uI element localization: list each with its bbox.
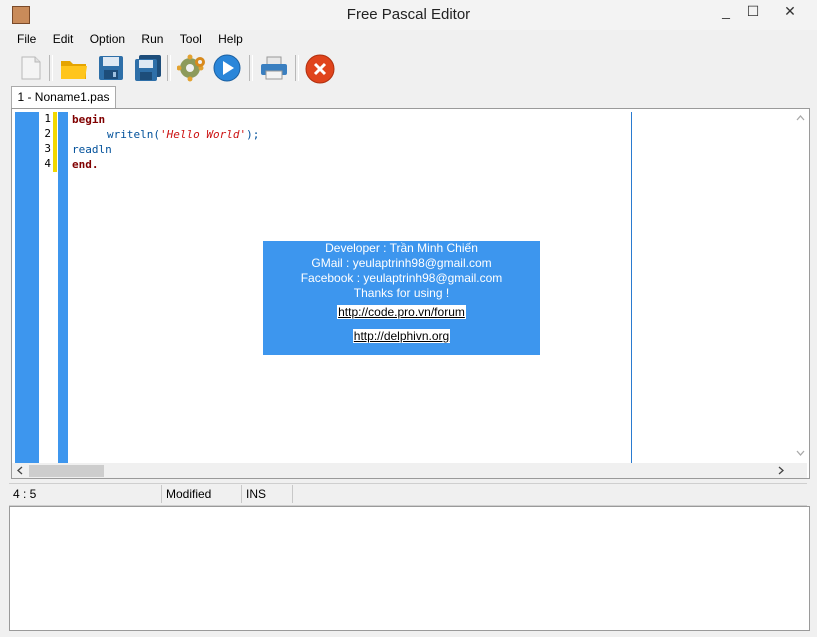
menu-edit[interactable]: Edit [45, 30, 79, 46]
modified-status: Modified [166, 487, 212, 501]
save-all-icon[interactable] [133, 54, 161, 82]
code-string: 'Hello World' [159, 128, 247, 141]
horizontal-scrollbar[interactable] [12, 463, 807, 478]
window-title: Free Pascal Editor [346, 6, 471, 23]
vertical-scrollbar[interactable] [792, 109, 809, 461]
insert-mode: INS [246, 487, 267, 501]
save-icon[interactable] [97, 54, 125, 82]
line-number: 4 [44, 157, 51, 170]
menu-option[interactable]: Option [82, 30, 130, 46]
thanks-text: Thanks for using ! [353, 286, 450, 300]
fold-gutter [58, 112, 68, 464]
facebook-text: Facebook : yeulaptrinh98@gmail.com [300, 271, 503, 285]
run-play-icon[interactable] [213, 54, 241, 82]
open-folder-icon[interactable] [59, 54, 87, 82]
menu-file[interactable]: File [9, 30, 41, 46]
line-number: 2 [44, 127, 51, 140]
modified-marker [53, 157, 57, 172]
about-info-box: Developer : Trần Minh Chiến GMail : yeul… [263, 241, 540, 355]
code-line-2: writeln('Hello World'); [107, 127, 259, 142]
line-number: 1 [44, 112, 51, 125]
code-line-4: end. [72, 158, 99, 171]
gmail-text: GMail : yeulaptrinh98@gmail.com [311, 256, 492, 270]
horizontal-scroll-thumb[interactable] [29, 465, 104, 477]
modified-marker [53, 127, 57, 142]
output-panel[interactable] [9, 506, 810, 631]
code-line-2-end: ); [246, 128, 260, 141]
code-line-3: readln [72, 143, 112, 156]
menu-run[interactable]: Run [133, 30, 168, 46]
toolbar [9, 51, 809, 85]
menu-tool[interactable]: Tool [172, 30, 207, 46]
code-line-1: begin [72, 113, 106, 126]
tab-noname1[interactable]: 1 - Noname1.pas [11, 86, 116, 108]
title-bar: Free Pascal Editor _ ☐ ✕ [0, 0, 817, 30]
delphivn-link[interactable]: http://delphivn.org [352, 329, 451, 343]
print-icon[interactable] [259, 54, 287, 82]
line-numbers: 1 2 3 4 [39, 112, 53, 464]
developer-text: Developer : Trần Minh Chiến [325, 241, 478, 255]
right-margin-line [631, 112, 632, 464]
modified-marker [53, 142, 57, 157]
editor-gutter [15, 112, 39, 464]
minimize-button[interactable]: _ [712, 2, 740, 22]
compile-gear-icon[interactable] [176, 54, 205, 82]
line-number: 3 [44, 142, 51, 155]
new-file-icon[interactable] [17, 54, 45, 82]
close-button[interactable]: ✕ [768, 2, 812, 22]
forum-link[interactable]: http://code.pro.vn/forum [337, 305, 466, 319]
modified-marker [53, 112, 57, 127]
maximize-button[interactable]: ☐ [740, 2, 766, 22]
menu-help[interactable]: Help [210, 30, 248, 46]
status-bar: 4 : 5 Modified INS [9, 483, 807, 506]
modified-lines-bar [53, 112, 57, 464]
code-writeln: writeln( [107, 128, 160, 141]
stop-icon[interactable] [305, 54, 335, 84]
menu-bar: File Edit Option Run Tool Help [9, 30, 809, 50]
cursor-position: 4 : 5 [13, 487, 37, 501]
